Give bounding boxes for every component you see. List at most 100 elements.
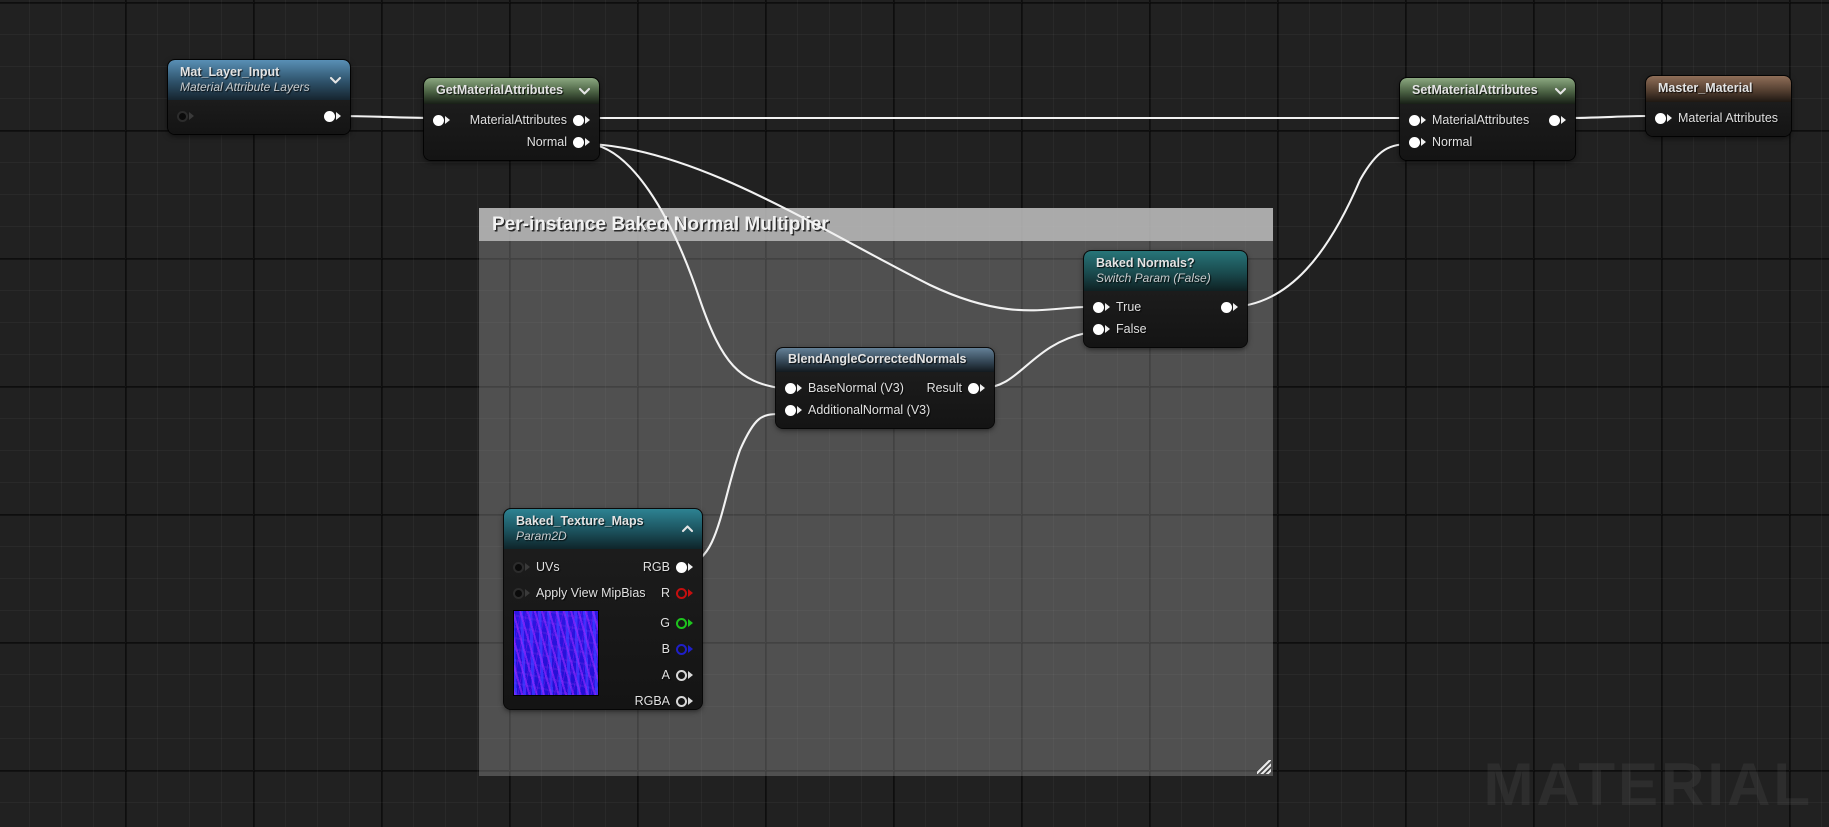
input-pin-material-attributes[interactable] bbox=[1409, 114, 1426, 126]
pin-row: Apply View MipBias R bbox=[504, 580, 702, 606]
pin-label: UVs bbox=[536, 560, 560, 574]
node-baked-texture-maps[interactable]: Baked_Texture_Maps Param2D UVs RGB Apply… bbox=[504, 509, 702, 709]
node-subtitle: Switch Param (False) bbox=[1096, 271, 1211, 285]
node-title: Mat_Layer_Input bbox=[180, 65, 280, 79]
comment-box-header[interactable]: Per-instance Baked Normal Multiplier bbox=[479, 208, 1273, 241]
node-get-material-attributes[interactable]: GetMaterialAttributes MaterialAttributes bbox=[424, 78, 599, 160]
output-pin-b[interactable] bbox=[676, 643, 693, 655]
pin-row: A bbox=[635, 662, 693, 688]
output-pin-result[interactable] bbox=[968, 382, 985, 394]
watermark-text: MATERIAL bbox=[1483, 751, 1813, 818]
node-title: Baked Normals? bbox=[1096, 256, 1195, 270]
pin-row: MaterialAttributes bbox=[1400, 109, 1575, 131]
pin-label: G bbox=[660, 616, 670, 630]
pin-row: Normal bbox=[1400, 131, 1575, 153]
node-title: Master_Material bbox=[1658, 81, 1753, 95]
chevron-up-icon[interactable] bbox=[681, 523, 694, 536]
pin-label: Material Attributes bbox=[1678, 111, 1779, 125]
node-header[interactable]: SetMaterialAttributes bbox=[1400, 78, 1575, 104]
pin-label: B bbox=[661, 642, 670, 656]
pin-label: A bbox=[661, 668, 670, 682]
pin-label: False bbox=[1116, 322, 1147, 336]
node-body bbox=[168, 100, 350, 134]
pin-row: G bbox=[635, 610, 693, 636]
pin-row: Material Attributes bbox=[1646, 107, 1791, 129]
pin-row: UVs RGB bbox=[504, 554, 702, 580]
output-pin-a[interactable] bbox=[676, 669, 693, 681]
pin-label: Apply View MipBias bbox=[536, 586, 646, 600]
node-body: MaterialAttributes Normal bbox=[424, 104, 599, 160]
input-pin-true[interactable] bbox=[1093, 301, 1110, 313]
output-pin-rgb[interactable] bbox=[676, 561, 693, 573]
pin-row: BaseNormal (V3) Result bbox=[776, 377, 994, 399]
node-blend-angle-corrected-normals[interactable]: BlendAngleCorrectedNormals BaseNormal (V… bbox=[776, 348, 994, 428]
node-title: Baked_Texture_Maps bbox=[516, 514, 644, 528]
output-pin-material-attributes[interactable] bbox=[573, 114, 590, 126]
pin-row: AdditionalNormal (V3) bbox=[776, 399, 994, 421]
pin-row: MaterialAttributes bbox=[424, 109, 599, 131]
pin-row: RGBA bbox=[635, 688, 693, 709]
chevron-down-icon[interactable] bbox=[578, 85, 591, 98]
node-header[interactable]: GetMaterialAttributes bbox=[424, 78, 599, 104]
comment-resize-handle-icon[interactable] bbox=[1257, 760, 1271, 774]
output-pin-r[interactable] bbox=[676, 587, 693, 599]
pin-label: True bbox=[1116, 300, 1142, 314]
output-pin-normal[interactable] bbox=[573, 136, 590, 148]
input-pin-apply-view-mipbias[interactable] bbox=[513, 587, 530, 599]
pin-row bbox=[168, 105, 350, 127]
pin-label: AdditionalNormal (V3) bbox=[808, 403, 931, 417]
node-title: GetMaterialAttributes bbox=[436, 83, 564, 97]
node-set-material-attributes[interactable]: SetMaterialAttributes MaterialAttributes bbox=[1400, 78, 1575, 160]
pin-label: Normal bbox=[1432, 135, 1473, 149]
output-pin[interactable] bbox=[1221, 301, 1238, 313]
pin-row: Normal bbox=[424, 131, 599, 153]
pin-label: R bbox=[660, 586, 670, 600]
chevron-down-icon[interactable] bbox=[329, 74, 342, 87]
pin-label: MaterialAttributes bbox=[469, 113, 567, 127]
node-header[interactable]: Mat_Layer_Input Material Attribute Layer… bbox=[168, 60, 350, 100]
pin-label: Result bbox=[926, 381, 962, 395]
pin-label: RGB bbox=[642, 560, 670, 574]
node-body: Material Attributes bbox=[1646, 102, 1791, 136]
pin-row: True bbox=[1084, 296, 1247, 318]
node-body: BaseNormal (V3) Result AdditionalNormal … bbox=[776, 372, 994, 428]
material-graph-canvas[interactable]: Per-instance Baked Normal Multiplier Mat… bbox=[0, 0, 1829, 827]
input-pin-uvs[interactable] bbox=[513, 561, 530, 573]
node-header[interactable]: Master_Material bbox=[1646, 76, 1791, 102]
input-pin[interactable] bbox=[177, 110, 194, 122]
node-master-material[interactable]: Master_Material Material Attributes bbox=[1646, 76, 1791, 136]
input-pin-material-attributes[interactable] bbox=[433, 114, 450, 126]
node-header[interactable]: Baked Normals? Switch Param (False) bbox=[1084, 251, 1247, 291]
output-pin[interactable] bbox=[324, 110, 341, 122]
wire-matlayerinput-to-getmaterialattributes bbox=[334, 114, 440, 120]
node-baked-normals-switch[interactable]: Baked Normals? Switch Param (False) True bbox=[1084, 251, 1247, 347]
pin-label: MaterialAttributes bbox=[1432, 113, 1530, 127]
pin-label: Normal bbox=[526, 135, 567, 149]
node-body: True False bbox=[1084, 291, 1247, 347]
node-title: BlendAngleCorrectedNormals bbox=[788, 352, 967, 366]
input-pin-additionalnormal[interactable] bbox=[785, 404, 802, 416]
wire-setattrs-to-mastermaterial bbox=[1561, 114, 1650, 120]
output-pin-g[interactable] bbox=[676, 617, 693, 629]
node-body: MaterialAttributes Normal bbox=[1400, 104, 1575, 160]
node-header[interactable]: BlendAngleCorrectedNormals bbox=[776, 348, 994, 372]
input-pin-basenormal[interactable] bbox=[785, 382, 802, 394]
input-pin-normal[interactable] bbox=[1409, 136, 1426, 148]
node-subtitle: Param2D bbox=[516, 529, 567, 543]
node-subtitle: Material Attribute Layers bbox=[180, 80, 310, 94]
chevron-down-icon[interactable] bbox=[1554, 85, 1567, 98]
node-body: UVs RGB Apply View MipBias R G B A RGBA bbox=[504, 549, 702, 709]
pin-label: RGBA bbox=[634, 694, 670, 708]
texture-thumbnail-preview[interactable] bbox=[513, 610, 599, 696]
output-pin-rgba[interactable] bbox=[676, 695, 693, 707]
node-title: SetMaterialAttributes bbox=[1412, 83, 1538, 97]
pin-label: BaseNormal (V3) bbox=[808, 381, 904, 395]
comment-box-title: Per-instance Baked Normal Multiplier bbox=[492, 213, 829, 235]
node-header[interactable]: Baked_Texture_Maps Param2D bbox=[504, 509, 702, 549]
pin-row: False bbox=[1084, 318, 1247, 340]
node-mat-layer-input[interactable]: Mat_Layer_Input Material Attribute Layer… bbox=[168, 60, 350, 134]
input-pin-false[interactable] bbox=[1093, 323, 1110, 335]
output-pin[interactable] bbox=[1549, 114, 1566, 126]
input-pin-material-attributes[interactable] bbox=[1655, 112, 1672, 124]
pin-row: B bbox=[635, 636, 693, 662]
